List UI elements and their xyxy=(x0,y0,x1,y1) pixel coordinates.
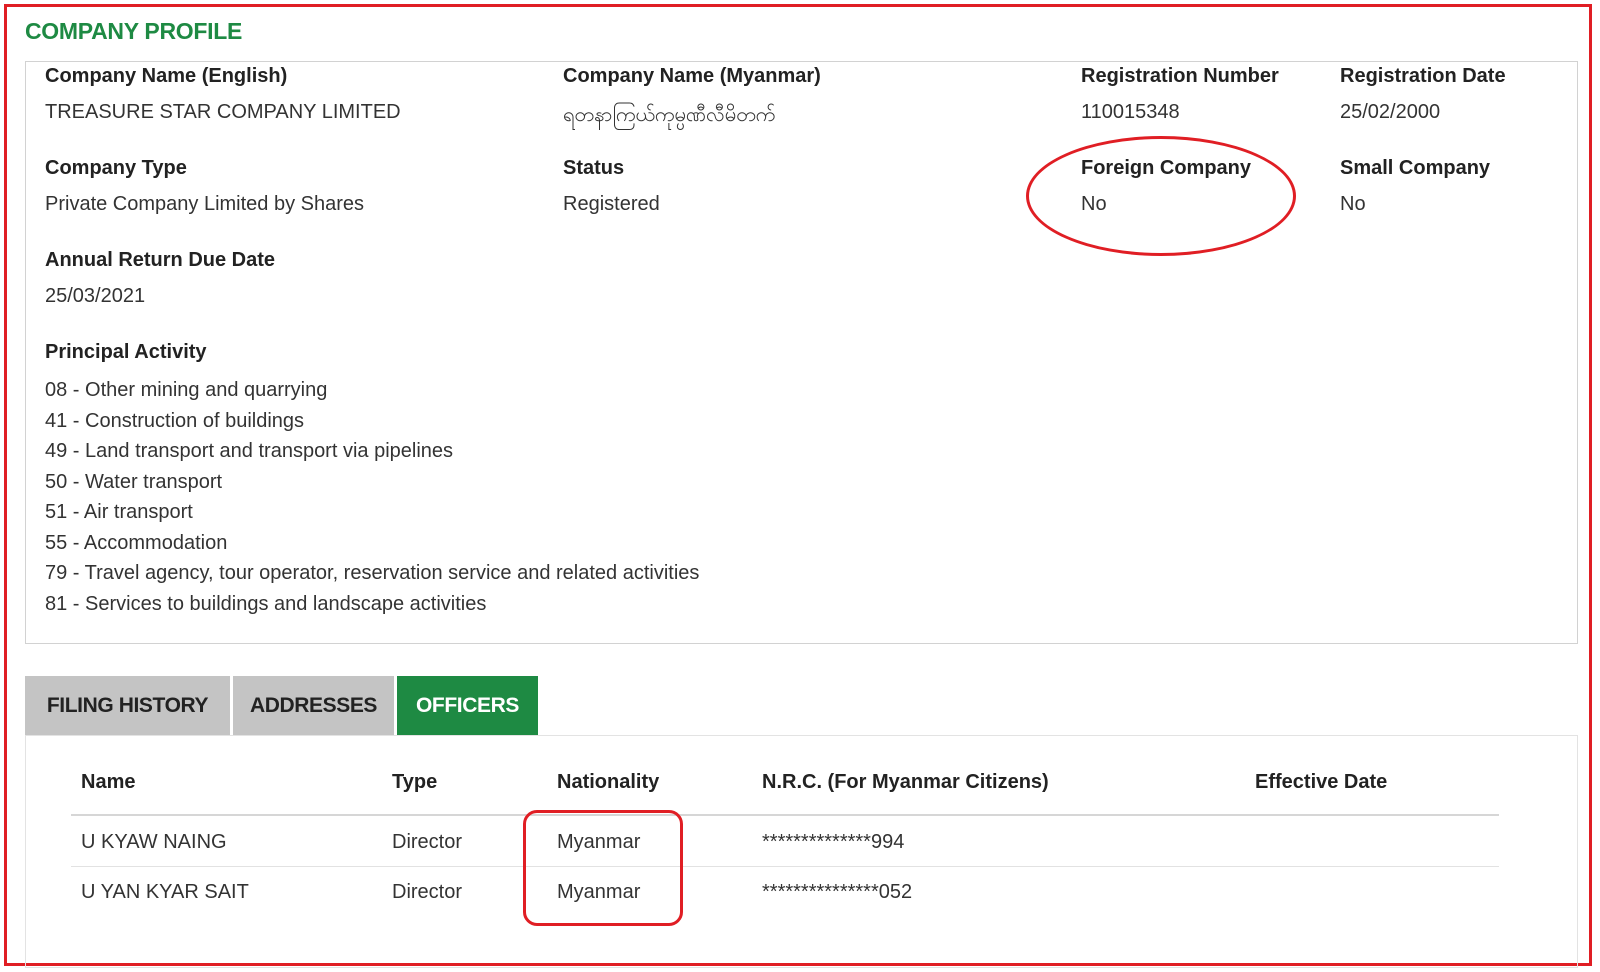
table-row-divider xyxy=(71,866,1499,867)
column-header-effective-date: Effective Date xyxy=(1255,771,1388,793)
company-name-mm-value: ရတနာကြယ်ကုမ္ပဏီလီမိတက် xyxy=(563,104,776,126)
company-name-en-label: Company Name (English) xyxy=(45,65,288,87)
officer-nrc: ***************052 xyxy=(762,881,913,903)
table-header-divider xyxy=(71,814,1499,816)
principal-activity-list: 08 - Other mining and quarrying 41 - Con… xyxy=(45,378,699,622)
small-company-value: No xyxy=(1340,193,1366,215)
tab-filing-history[interactable]: FILING HISTORY xyxy=(25,676,230,735)
list-item: 81 - Services to buildings and landscape… xyxy=(45,592,487,615)
registration-number-value: 110015348 xyxy=(1081,101,1180,123)
annotation-ellipse-foreign-company xyxy=(1026,136,1296,256)
officer-name: U KYAW NAING xyxy=(81,831,227,853)
registration-number-label: Registration Number xyxy=(1081,65,1279,87)
annual-return-due-value: 25/03/2021 xyxy=(45,285,146,307)
tab-officers[interactable]: OFFICERS xyxy=(397,676,538,735)
status-label: Status xyxy=(563,157,625,179)
column-header-type: Type xyxy=(392,771,438,793)
list-item: 51 - Air transport xyxy=(45,501,193,523)
column-header-nationality: Nationality xyxy=(557,771,660,793)
list-item: 49 - Land transport and transport via pi… xyxy=(45,440,454,462)
company-type-value: Private Company Limited by Shares xyxy=(45,193,365,215)
annotation-box-nationality xyxy=(523,810,683,926)
company-name-mm-label: Company Name (Myanmar) xyxy=(563,65,821,87)
officer-type: Director xyxy=(392,831,463,853)
list-item: 79 - Travel agency, tour operator, reser… xyxy=(45,562,700,584)
principal-activity-label: Principal Activity xyxy=(45,341,207,363)
officer-nrc: **************994 xyxy=(762,831,905,853)
tab-addresses[interactable]: ADDRESSES xyxy=(233,676,394,735)
status-value: Registered xyxy=(563,193,660,215)
annual-return-due-label: Annual Return Due Date xyxy=(45,249,276,271)
list-item: 41 - Construction of buildings xyxy=(45,409,305,432)
page-title: COMPANY PROFILE xyxy=(25,18,242,44)
company-type-label: Company Type xyxy=(45,157,187,179)
column-header-nrc: N.R.C. (For Myanmar Citizens) xyxy=(762,771,1049,793)
column-header-name: Name xyxy=(81,771,136,793)
officer-name: U YAN KYAR SAIT xyxy=(81,881,249,903)
company-name-en-value: TREASURE STAR COMPANY LIMITED xyxy=(45,101,401,123)
list-item: 08 - Other mining and quarrying xyxy=(45,379,328,401)
list-item: 55 - Accommodation xyxy=(45,531,228,554)
list-item: 50 - Water transport xyxy=(45,470,223,493)
registration-date-label: Registration Date xyxy=(1340,65,1506,87)
small-company-label: Small Company xyxy=(1340,157,1491,179)
registration-date-value: 25/02/2000 xyxy=(1340,101,1441,123)
officer-type: Director xyxy=(392,881,463,903)
